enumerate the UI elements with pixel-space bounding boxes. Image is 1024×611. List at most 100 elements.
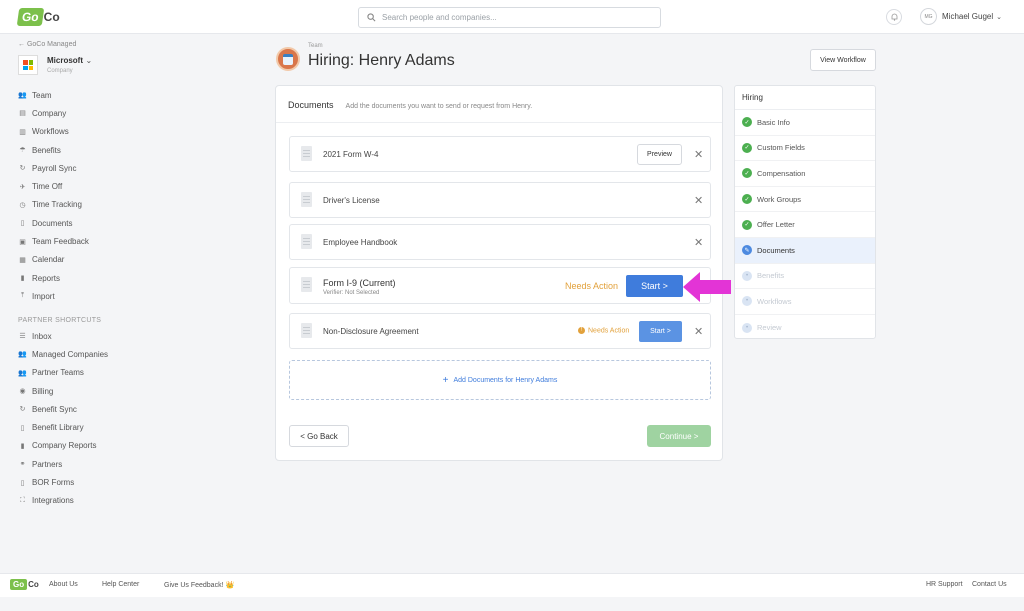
partner-nav: ☰ Inbox 👥 Managed Companies 👥 Partner Teams… (18, 327, 108, 510)
step-documents[interactable]: ✎ Documents (735, 237, 875, 264)
sidebar-item-reports[interactable]: ▮ Reports (18, 269, 89, 287)
employee-avatar (276, 47, 300, 71)
integrations-icon: ⛶ (20, 496, 25, 504)
sidebar-item-documents[interactable]: ▯ Documents (18, 214, 89, 232)
sidebar-item-benefit-library[interactable]: ▯ Benefit Library (18, 418, 108, 436)
start-i9-button[interactable]: Start > (626, 275, 683, 297)
breadcrumb[interactable]: Team (308, 43, 323, 49)
sidebar-item-payroll-sync[interactable]: ↻ Payroll Sync (18, 159, 89, 177)
sidebar-item-import[interactable]: ⤒ Import (18, 287, 89, 305)
document-row-form-i9: Form I-9 (Current) Verifier: Not Selecte… (289, 267, 711, 304)
top-bar: Go Co MG Michael Gugel ⌄ (0, 0, 1024, 34)
check-icon: ✓ (742, 142, 752, 153)
step-review: • Review (735, 315, 875, 341)
sidebar-item-partners[interactable]: ⚭ Partners (18, 455, 108, 473)
step-offer-letter[interactable]: ✓ Offer Letter (735, 212, 875, 238)
footer: Go Co About Us Help Center Give Us Feedba… (0, 573, 1024, 597)
step-pending-icon: • (742, 322, 752, 333)
help-center-link[interactable]: Help Center (102, 581, 139, 588)
sidebar-item-partner-teams[interactable]: 👥 Partner Teams (18, 364, 108, 382)
step-benefits: • Benefits (735, 264, 875, 290)
sidebar-item-benefit-sync[interactable]: ↻ Benefit Sync (18, 400, 108, 418)
sidebar-item-managed-companies[interactable]: 👥 Managed Companies (18, 345, 108, 363)
view-workflow-button[interactable]: View Workflow (810, 49, 876, 71)
partner-shortcuts-header: PARTNER SHORTCUTS (18, 317, 102, 324)
user-avatar: MG (920, 8, 937, 25)
sidebar-item-company-reports[interactable]: ▮ Company Reports (18, 437, 108, 455)
microsoft-logo (18, 55, 38, 75)
goco-logo[interactable]: Go Co (16, 7, 60, 26)
plane-icon: ✈ (19, 183, 26, 191)
feedback-icon: ▣ (19, 238, 26, 246)
document-name: Form I-9 (Current) (323, 278, 396, 288)
document-icon (301, 277, 312, 292)
step-compensation[interactable]: ✓ Compensation (735, 161, 875, 187)
step-basic-info[interactable]: ✓ Basic Info (735, 110, 875, 136)
warning-icon: ! (578, 327, 585, 334)
continue-button[interactable]: Continue > (647, 425, 711, 447)
step-work-groups[interactable]: ✓ Work Groups (735, 187, 875, 213)
sidebar-item-workflows[interactable]: ▥ Workflows (18, 123, 89, 141)
documents-description: Add the documents you want to send or re… (345, 103, 533, 110)
plus-icon: + (442, 374, 449, 386)
sidebar-item-time-off[interactable]: ✈ Time Off (18, 177, 89, 195)
company-switcher[interactable]: Microsoft ⌄ Company (18, 55, 92, 75)
remove-x-icon[interactable]: ✕ (694, 236, 703, 249)
chart-icon: ▮ (20, 442, 25, 450)
sidebar-item-benefits[interactable]: ☂ Benefits (18, 141, 89, 159)
feedback-link[interactable]: Give Us Feedback! 👑 (164, 581, 234, 589)
sync-icon: ↻ (19, 406, 26, 414)
remove-x-icon[interactable]: ✕ (694, 194, 703, 207)
contact-us-link[interactable]: Contact Us (972, 581, 1007, 588)
sidebar-item-integrations[interactable]: ⛶ Integrations (18, 492, 108, 510)
document-name: Driver's License (323, 196, 380, 205)
logo-go: Go (16, 7, 44, 26)
search-icon (367, 13, 376, 22)
sidebar-item-team-feedback[interactable]: ▣ Team Feedback (18, 232, 89, 250)
step-custom-fields[interactable]: ✓ Custom Fields (735, 136, 875, 162)
sidebar-item-inbox[interactable]: ☰ Inbox (18, 327, 108, 345)
add-documents-button[interactable]: + Add Documents for Henry Adams (289, 360, 711, 400)
sidebar-item-bor-forms[interactable]: ▯ BOR Forms (18, 473, 108, 491)
document-row-w4: 2021 Form W-4 Preview ✕ (289, 136, 711, 172)
user-menu[interactable]: MG Michael Gugel ⌄ (920, 8, 1002, 25)
document-icon: ▯ (20, 424, 25, 432)
search-input[interactable] (382, 13, 642, 22)
remove-x-icon[interactable]: ✕ (694, 325, 703, 338)
main-nav: 👥 Team ▤ Company ▥ Workflows ☂ Benefits ↻ Pay… (18, 86, 89, 306)
steps-title: Hiring (735, 86, 875, 110)
footer-logo[interactable]: Go Co (10, 579, 39, 590)
back-to-managed-link[interactable]: ← GoCo Managed (18, 41, 76, 48)
check-icon: ✓ (742, 117, 752, 128)
go-back-button[interactable]: < Go Back (289, 425, 349, 447)
chevron-down-icon: ⌄ (85, 56, 93, 65)
start-nda-button[interactable]: Start > (639, 321, 682, 342)
search-bar[interactable] (358, 7, 661, 28)
sidebar-item-calendar[interactable]: ▦ Calendar (18, 251, 89, 269)
logo-co: Co (43, 9, 60, 24)
document-row-nda: Non-Disclosure Agreement ! Needs Action S… (289, 313, 711, 349)
document-name: 2021 Form W-4 (323, 150, 379, 159)
sidebar-item-billing[interactable]: ◉ Billing (18, 382, 108, 400)
sidebar-item-company[interactable]: ▤ Company (18, 104, 89, 122)
pencil-icon: ✎ (742, 245, 752, 256)
chevron-down-icon: ⌄ (996, 13, 1003, 21)
notifications-bell-icon[interactable] (886, 9, 902, 25)
preview-button[interactable]: Preview (637, 144, 682, 165)
document-icon (301, 234, 312, 249)
remove-x-icon[interactable]: ✕ (694, 148, 703, 161)
document-name: Non-Disclosure Agreement (323, 327, 419, 336)
sidebar-item-team[interactable]: 👥 Team (18, 86, 89, 104)
about-us-link[interactable]: About Us (49, 581, 78, 588)
check-icon: ✓ (742, 168, 752, 179)
document-icon (301, 192, 312, 207)
people-icon: 👥 (18, 92, 27, 100)
verifier-status: Verifier: Not Selected (323, 290, 380, 296)
handshake-icon: ⚭ (19, 461, 26, 469)
sidebar: ← GoCo Managed Microsoft ⌄ Company 👥 Team… (0, 35, 250, 573)
document-row-drivers-license: Driver's License ✕ (289, 182, 711, 218)
hr-support-link[interactable]: HR Support (926, 581, 963, 588)
sidebar-item-time-tracking[interactable]: ◷ Time Tracking (18, 196, 89, 214)
billing-icon: ◉ (19, 388, 26, 396)
pointer-arrow-icon (683, 272, 731, 302)
